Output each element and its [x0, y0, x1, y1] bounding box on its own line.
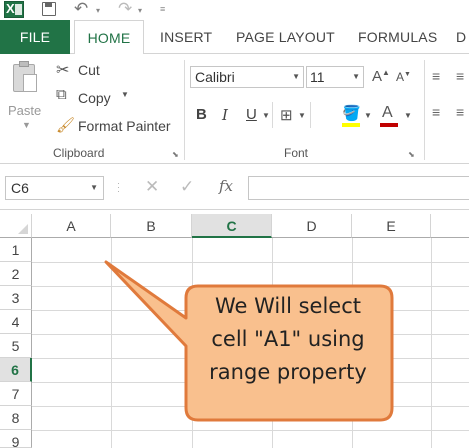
- callout-line: We Will select: [214, 294, 361, 318]
- callout-line: range property: [209, 360, 367, 384]
- callout-text: We Will select cell "A1" using range pro…: [196, 290, 380, 389]
- callout-line: cell "A1" using: [211, 327, 365, 351]
